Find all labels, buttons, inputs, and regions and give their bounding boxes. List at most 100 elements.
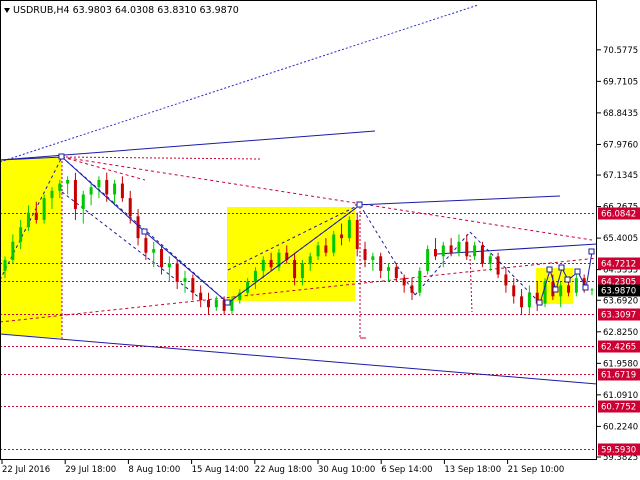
candle-body	[293, 259, 297, 279]
candle-body	[496, 256, 500, 275]
candle-body	[50, 190, 54, 199]
price-level-value: 64.7212	[601, 260, 636, 270]
candle-body	[465, 241, 469, 257]
candle-body	[559, 285, 563, 297]
x-tick-label: 8 Aug 10:00	[128, 465, 180, 475]
wave-point	[356, 201, 363, 208]
wave-point	[546, 266, 553, 273]
candle-body	[480, 245, 484, 264]
candle-body	[3, 259, 7, 271]
candle-body	[167, 263, 171, 268]
y-tick-label: 68.8435	[603, 109, 638, 119]
candle-body	[433, 249, 437, 257]
candle-body	[11, 241, 15, 260]
candle-body	[120, 183, 124, 199]
y-tick-label: 65.4005	[603, 234, 638, 244]
pattern-zone-1	[0, 157, 62, 338]
candle-body	[527, 292, 531, 308]
wave-point	[58, 153, 65, 160]
candle-body	[355, 219, 359, 250]
candle-body	[206, 299, 210, 308]
x-tick-label: 15 Aug 14:00	[192, 465, 249, 475]
candle-body	[488, 256, 492, 264]
candle-body	[410, 285, 414, 293]
candle-body	[253, 270, 257, 282]
candle-body	[449, 245, 453, 253]
candle	[42, 194, 46, 224]
candle-body	[426, 249, 430, 271]
y-tick-label: 61.9580	[603, 359, 638, 369]
candle-body	[308, 256, 312, 264]
candle	[332, 230, 336, 257]
y-tick-label: 67.1345	[603, 171, 638, 181]
candle-body	[394, 267, 398, 279]
candle-body	[347, 219, 351, 239]
candle-body	[34, 212, 38, 220]
candle-body	[191, 278, 195, 293]
candle-body	[473, 245, 477, 257]
y-tick-label: 70.5775	[603, 46, 638, 56]
candle	[347, 216, 351, 242]
candle-body	[199, 292, 203, 300]
candle-body	[19, 227, 23, 242]
y-tick-label: 67.9760	[603, 140, 638, 150]
candle-body	[230, 299, 234, 311]
candle-body	[42, 198, 46, 220]
chart-title: USDRUB,H4 63.9803 64.0308 63.8310 63.987…	[13, 5, 239, 16]
candle-body	[402, 278, 406, 286]
candle	[426, 245, 430, 275]
candle-body	[58, 183, 62, 191]
candle-body	[66, 179, 70, 184]
candle-body	[175, 263, 179, 282]
price-level-value: 63.9870	[601, 287, 636, 297]
candle-body	[387, 267, 391, 271]
candle-body	[567, 285, 571, 293]
candle-body	[160, 249, 164, 268]
candle-body	[113, 183, 117, 195]
x-tick-label: 22 Jul 2016	[2, 465, 50, 475]
wave-point	[582, 284, 589, 291]
candle-body	[214, 299, 218, 308]
x-tick-label: 6 Sep 14:00	[381, 465, 432, 475]
candle-body	[261, 259, 265, 271]
wave-point	[574, 268, 581, 275]
candle-body	[574, 278, 578, 293]
candle-body	[504, 274, 508, 286]
wave-point	[536, 299, 543, 306]
wave-point	[141, 228, 148, 235]
candle-body	[97, 179, 101, 188]
price-level-value: 62.4265	[601, 343, 636, 353]
wave-point	[558, 264, 565, 271]
y-tick-label: 60.2240	[603, 422, 638, 432]
candle-body	[590, 289, 594, 291]
candle-body	[520, 296, 524, 308]
x-tick-label: 29 Jul 18:00	[65, 465, 116, 475]
y-tick-label: 69.7105	[603, 77, 638, 87]
candle-body	[512, 285, 516, 297]
price-level-value: 59.5930	[601, 446, 636, 456]
candle	[418, 267, 422, 297]
x-tick-label: 21 Sep 10:00	[508, 465, 565, 475]
y-tick-label: 63.6920	[603, 296, 638, 306]
candle-body	[128, 198, 132, 217]
candle-body	[144, 238, 148, 253]
y-tick-label: 62.8250	[603, 328, 638, 338]
candle-body	[363, 249, 367, 260]
candle-body	[89, 187, 93, 195]
candle-body	[379, 256, 383, 271]
candle-body	[26, 212, 30, 228]
candle	[480, 241, 484, 268]
candle	[496, 252, 500, 279]
candle-body	[73, 179, 77, 210]
x-tick-label: 22 Aug 18:00	[255, 465, 312, 475]
x-tick-label: 30 Aug 10:00	[318, 465, 375, 475]
wave-point	[588, 248, 595, 255]
candle-body	[340, 234, 344, 239]
price-level-value: 61.6719	[601, 371, 636, 381]
candle-body	[152, 249, 156, 253]
candle-body	[105, 179, 109, 195]
candle-body	[418, 270, 422, 293]
x-tick-label: 13 Sep 18:00	[444, 465, 501, 475]
price-chart[interactable]: 70.577569.710568.843567.976067.134566.26…	[0, 0, 640, 480]
y-tick-label: 61.0910	[603, 391, 638, 401]
